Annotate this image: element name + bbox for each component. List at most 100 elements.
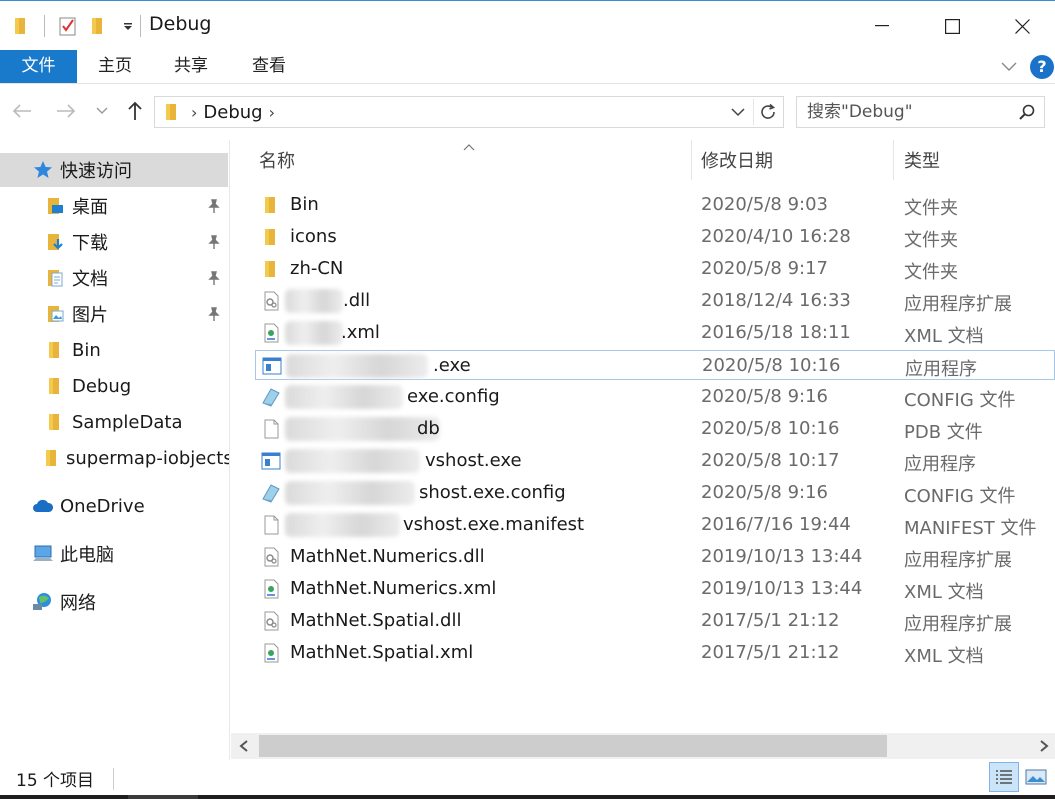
expand-ribbon-button[interactable]: [996, 54, 1022, 80]
breadcrumb-chevron-icon[interactable]: ›: [191, 103, 197, 122]
address-history-button[interactable]: [727, 101, 749, 123]
new-folder-icon[interactable]: [83, 11, 113, 41]
search-input[interactable]: [797, 97, 1012, 127]
arrow-right-icon: [57, 104, 76, 118]
file-name: vshost.exe: [425, 450, 522, 471]
file-modified-date: 2020/5/8 9:03: [701, 194, 828, 215]
sidebar-item-documents[interactable]: 文档: [0, 261, 228, 295]
breadcrumb-chevron-icon[interactable]: ›: [269, 103, 275, 122]
config-icon: [261, 387, 281, 407]
file-row[interactable]: exe.config 2020/5/8 9:16 CONFIG 文件: [255, 382, 1055, 412]
file-row[interactable]: MathNet.Numerics.dll 2019/10/13 13:44 应用程序…: [255, 542, 1055, 572]
pin-icon[interactable]: [206, 198, 222, 214]
desktop-folder-icon: [44, 195, 66, 217]
file-name: icons: [290, 226, 337, 247]
pin-icon[interactable]: [206, 270, 222, 286]
file-row[interactable]: .xml 2016/5/18 18:11 XML 文档: [255, 318, 1055, 348]
file-list-pane: 名称 修改日期 类型 Bin 2020/5/8 9:03 文件夹 icons 2020/…: [231, 140, 1055, 760]
sidebar-item-onedrive[interactable]: OneDrive: [0, 489, 228, 523]
file-row[interactable]: Bin 2020/5/8 9:03 文件夹: [255, 190, 1055, 220]
customize-toolbar-icon[interactable]: [113, 11, 143, 41]
title-divider: [140, 15, 141, 37]
scrollbar-thumb[interactable]: [259, 735, 887, 757]
sidebar-item-label: 桌面: [72, 197, 108, 218]
sidebar-item-label: 网络: [60, 593, 96, 614]
file-row[interactable]: .exe 2020/5/8 10:16 应用程序: [255, 350, 1055, 380]
sidebar-item-label: 此电脑: [60, 545, 114, 566]
file-row[interactable]: icons 2020/4/10 16:28 文件夹: [255, 222, 1055, 252]
file-type: XML 文档: [904, 326, 984, 347]
xml-icon: [261, 323, 281, 343]
folder-icon: [44, 447, 60, 469]
pin-icon[interactable]: [206, 306, 222, 322]
file-row[interactable]: .dll 2018/12/4 16:33 应用程序扩展: [255, 286, 1055, 316]
taskbar-segment: [128, 795, 198, 799]
file-row[interactable]: MathNet.Spatial.xml 2017/5/1 21:12 XML 文档: [255, 638, 1055, 668]
help-button[interactable]: ?: [1030, 55, 1054, 79]
file-row[interactable]: vshost.exe.manifest 2016/7/16 19:44 MANIFE…: [255, 510, 1055, 540]
sidebar-item-desktop[interactable]: 桌面: [0, 189, 228, 223]
tab-view[interactable]: 查看: [236, 50, 302, 83]
minimize-button[interactable]: [847, 1, 917, 51]
breadcrumb-debug[interactable]: Debug: [203, 102, 262, 123]
address-bar[interactable]: › Debug ›: [154, 96, 784, 128]
file-row[interactable]: shost.exe.config 2020/5/8 9:16 CONFIG 文件: [255, 478, 1055, 508]
dll-icon: [261, 547, 281, 567]
file-row[interactable]: MathNet.Numerics.xml 2019/10/13 13:44 XML …: [255, 574, 1055, 604]
refresh-button[interactable]: [753, 99, 781, 125]
sidebar-item-supermap[interactable]: supermap-iobjects: [0, 441, 229, 475]
properties-icon[interactable]: [53, 11, 83, 41]
file-row[interactable]: vshost.exe 2020/5/8 10:17 应用程序: [255, 446, 1055, 476]
recent-locations-button[interactable]: [88, 97, 116, 125]
xml-icon: [261, 579, 281, 599]
file-name: .dll: [343, 290, 371, 311]
tab-home[interactable]: 主页: [82, 50, 148, 83]
forward-button[interactable]: [52, 97, 80, 125]
file-name: exe.config: [407, 386, 500, 407]
file-name: vshost.exe.manifest: [403, 514, 585, 535]
scroll-left-icon[interactable]: [235, 737, 253, 755]
file-row[interactable]: db 2020/5/8 10:16 PDB 文件: [255, 414, 1055, 444]
back-button[interactable]: [8, 97, 36, 125]
file-modified-date: 2017/5/1 21:12: [701, 642, 840, 663]
large-icons-view-button[interactable]: [1021, 762, 1051, 792]
column-header-name[interactable]: 名称: [259, 140, 295, 180]
file-modified-date: 2020/5/8 10:16: [702, 355, 841, 376]
column-header-type[interactable]: 类型: [904, 140, 940, 180]
folder-icon: [261, 259, 281, 279]
sidebar-item-downloads[interactable]: 下载: [0, 225, 228, 259]
sidebar-item-quick-access[interactable]: 快速访问: [0, 153, 228, 187]
column-header-date[interactable]: 修改日期: [701, 140, 773, 180]
redacted-name-blur: [285, 449, 420, 473]
column-divider[interactable]: [691, 140, 692, 180]
scroll-right-icon[interactable]: [1035, 737, 1053, 755]
sidebar-item-network[interactable]: 网络: [0, 585, 228, 619]
search-box[interactable]: [796, 96, 1045, 128]
pin-icon[interactable]: [206, 234, 222, 250]
sidebar-item-sampledata[interactable]: SampleData: [0, 405, 228, 439]
download-folder-icon: [44, 231, 66, 253]
file-modified-date: 2020/5/8 9:17: [701, 258, 828, 279]
file-type: 应用程序: [905, 359, 977, 380]
close-button[interactable]: [987, 1, 1055, 51]
redacted-name-blur: [285, 385, 403, 409]
tab-file[interactable]: 文件: [0, 50, 77, 83]
details-view-button[interactable]: [989, 762, 1019, 792]
file-row[interactable]: MathNet.Spatial.dll 2017/5/1 21:12 应用程序扩展: [255, 606, 1055, 636]
sidebar-item-bin[interactable]: Bin: [0, 333, 228, 367]
horizontal-scrollbar[interactable]: [231, 733, 1055, 759]
sidebar-item-debug[interactable]: Debug: [0, 369, 228, 403]
tab-share[interactable]: 共享: [158, 50, 224, 83]
up-button[interactable]: [121, 97, 149, 125]
file-row[interactable]: zh-CN 2020/5/8 9:17 文件夹: [255, 254, 1055, 284]
navigation-pane: 快速访问 桌面 下载 文档 图片 Bin Debug SampleData su…: [0, 140, 230, 760]
taskbar-edge: [0, 795, 1055, 799]
maximize-button[interactable]: [917, 1, 987, 51]
file-modified-date: 2020/4/10 16:28: [701, 226, 851, 247]
redacted-name-blur: [285, 513, 400, 537]
column-divider[interactable]: [893, 140, 894, 180]
sidebar-item-pictures[interactable]: 图片: [0, 297, 228, 331]
sidebar-item-this-pc[interactable]: 此电脑: [0, 537, 228, 571]
refresh-icon: [760, 103, 775, 119]
search-icon[interactable]: [1016, 101, 1038, 123]
